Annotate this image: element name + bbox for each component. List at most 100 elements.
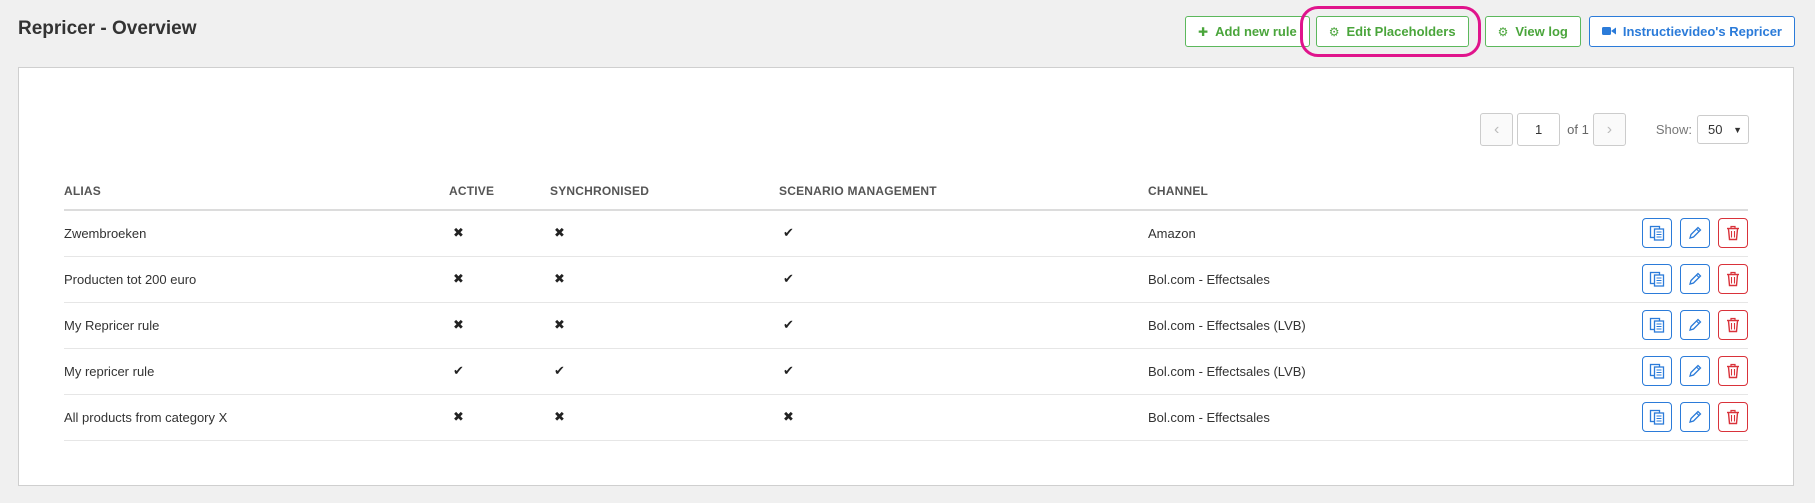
cell-channel: Bol.com - Effectsales (1148, 394, 1578, 441)
status-mark-icon: ✔ (453, 363, 464, 378)
cell-scenario: ✔ (779, 256, 1148, 303)
cell-scenario: ✖ (779, 394, 1148, 441)
trash-icon (1727, 317, 1739, 333)
column-header-actions (1578, 158, 1748, 211)
page-title: Repricer - Overview (18, 18, 197, 39)
pencil-icon (1689, 226, 1702, 240)
page-number-input[interactable] (1517, 113, 1561, 146)
edit-button[interactable] (1680, 402, 1710, 432)
table-row: My Repricer rule ✖ ✖ ✔ Bol.com - Effects… (64, 302, 1748, 349)
copy-button[interactable] (1642, 402, 1672, 432)
cell-actions (1578, 302, 1748, 349)
copy-icon (1649, 226, 1665, 241)
page-size-value: 50 (1708, 122, 1723, 137)
copy-button[interactable] (1642, 356, 1672, 386)
table-row: Producten tot 200 euro ✖ ✖ ✔ Bol.com - E… (64, 256, 1748, 303)
delete-button[interactable] (1718, 218, 1748, 249)
table-header-row: ALIAS ACTIVE SYNCHRONISED SCENARIO MANAG… (64, 158, 1748, 211)
edit-placeholders-button[interactable]: ⚙ Edit Placeholders (1315, 16, 1469, 47)
cell-synchronised: ✖ (550, 302, 779, 349)
cell-alias: Producten tot 200 euro (64, 256, 449, 303)
status-mark-icon: ✔ (783, 271, 794, 286)
chevron-left-icon: ‹ (1494, 120, 1500, 138)
chevron-right-icon: › (1606, 120, 1613, 138)
cell-alias: My repricer rule (64, 348, 449, 395)
cell-synchronised: ✖ (550, 256, 779, 303)
cell-alias: Zwembroeken (64, 210, 449, 257)
copy-icon (1649, 409, 1665, 425)
gear-icon: ⚙ (1328, 24, 1340, 39)
instruction-video-label: Instructievideo's Repricer (1622, 24, 1782, 39)
gear-icon: ⚙ (1497, 24, 1509, 39)
view-log-button[interactable]: ⚙ View log (1484, 16, 1581, 47)
trash-icon (1727, 363, 1739, 379)
previous-page-button[interactable]: ‹ (1480, 113, 1514, 146)
column-header-synchronised[interactable]: SYNCHRONISED (550, 158, 779, 211)
cell-channel: Bol.com - Effectsales (1148, 256, 1578, 303)
cell-active: ✖ (449, 256, 550, 303)
cell-channel: Bol.com - Effectsales (LVB) (1148, 348, 1578, 395)
cell-scenario: ✔ (779, 302, 1148, 349)
add-new-rule-button[interactable]: ✚ Add new rule (1185, 16, 1310, 47)
cell-alias: My Repricer rule (64, 302, 449, 349)
copy-button[interactable] (1642, 264, 1672, 294)
delete-button[interactable] (1718, 402, 1748, 432)
cell-scenario: ✔ (779, 348, 1148, 395)
delete-button[interactable] (1718, 264, 1748, 294)
copy-icon (1649, 271, 1665, 287)
add-new-rule-label: Add new rule (1215, 24, 1297, 39)
cell-actions (1578, 394, 1748, 441)
cell-actions (1578, 256, 1748, 303)
cell-active: ✔ (449, 348, 550, 395)
copy-button[interactable] (1642, 310, 1672, 340)
next-page-button[interactable]: › (1592, 113, 1626, 146)
cell-active: ✖ (449, 394, 550, 441)
instruction-video-button[interactable]: Instructievideo's Repricer (1588, 16, 1795, 47)
copy-icon (1649, 317, 1665, 333)
status-mark-icon: ✔ (783, 363, 794, 378)
column-header-channel[interactable]: CHANNEL (1148, 158, 1578, 211)
pencil-icon (1689, 318, 1702, 331)
delete-button[interactable] (1718, 310, 1748, 340)
cell-channel: Amazon (1148, 210, 1578, 257)
trash-icon (1727, 226, 1739, 241)
copy-icon (1649, 363, 1665, 379)
column-header-alias[interactable]: ALIAS (64, 158, 449, 211)
pencil-icon (1689, 272, 1702, 285)
cell-actions (1578, 210, 1748, 257)
table-row: My repricer rule ✔ ✔ ✔ Bol.com - Effects… (64, 348, 1748, 395)
status-mark-icon: ✖ (554, 409, 565, 424)
pencil-icon (1689, 410, 1702, 423)
column-header-active[interactable]: ACTIVE (449, 158, 550, 211)
rules-card: ‹ of 1 › Show: 50 ▼ ALIAS ACTIVE SYNCHRO… (18, 67, 1794, 486)
edit-button[interactable] (1680, 310, 1710, 340)
cell-active: ✖ (449, 210, 550, 257)
page-size-select[interactable]: 50 ▼ (1697, 115, 1749, 144)
edit-placeholders-label: Edit Placeholders (1346, 24, 1456, 39)
plus-icon: ✚ (1198, 24, 1209, 39)
cell-scenario: ✔ (779, 210, 1148, 257)
cell-active: ✖ (449, 302, 550, 349)
pagination: ‹ of 1 › Show: 50 ▼ (1480, 113, 1749, 146)
column-header-scenario[interactable]: SCENARIO MANAGEMENT (779, 158, 1148, 211)
cell-synchronised: ✖ (550, 210, 779, 257)
status-mark-icon: ✔ (783, 317, 794, 332)
delete-button[interactable] (1718, 356, 1748, 386)
copy-button[interactable] (1642, 218, 1672, 249)
status-mark-icon: ✔ (554, 363, 565, 378)
show-label: Show: (1655, 122, 1692, 137)
header-actions: ✚ Add new rule ⚙ Edit Placeholders ⚙ Vie… (1185, 6, 1795, 57)
edit-button[interactable] (1680, 356, 1710, 386)
edit-button[interactable] (1680, 218, 1710, 249)
status-mark-icon: ✖ (554, 225, 565, 241)
video-camera-icon (1601, 26, 1616, 38)
edit-placeholders-highlight: ⚙ Edit Placeholders (1299, 6, 1481, 57)
trash-icon (1727, 271, 1739, 287)
status-mark-icon: ✖ (783, 409, 794, 424)
trash-icon (1727, 409, 1739, 425)
edit-button[interactable] (1680, 264, 1710, 294)
chevron-down-icon: ▼ (1733, 124, 1742, 135)
cell-alias: All products from category X (64, 394, 449, 441)
rules-table: ALIAS ACTIVE SYNCHRONISED SCENARIO MANAG… (64, 158, 1748, 441)
cell-channel: Bol.com - Effectsales (LVB) (1148, 302, 1578, 349)
